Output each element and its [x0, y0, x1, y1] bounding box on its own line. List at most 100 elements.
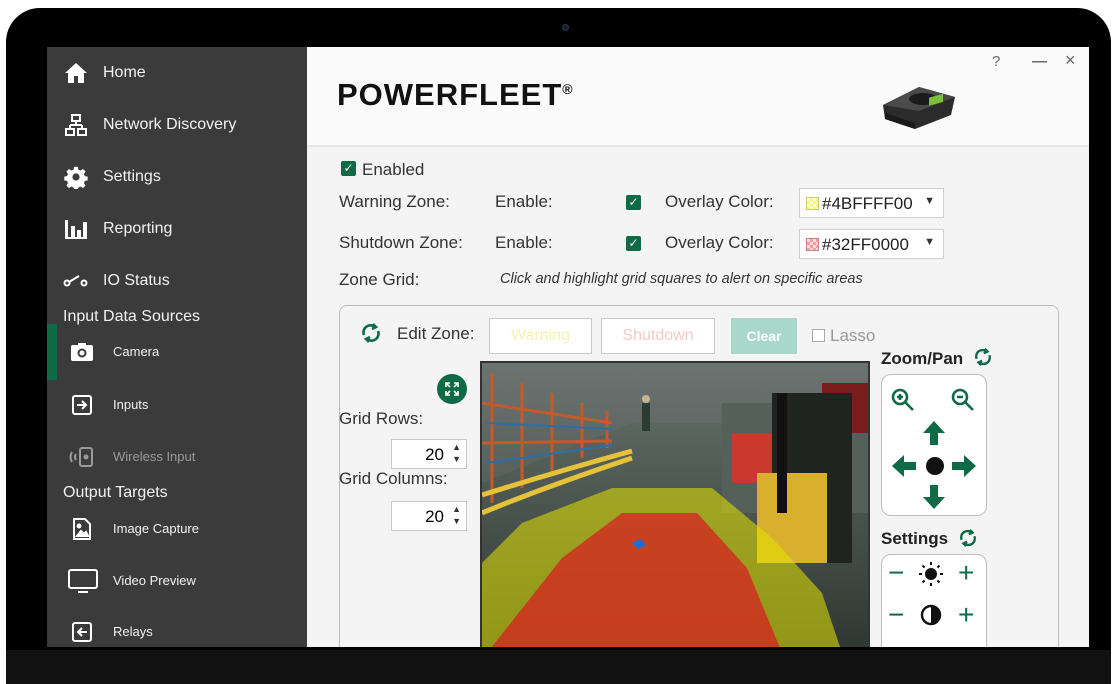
- sidebar-item-io-status[interactable]: IO Status: [47, 259, 307, 303]
- brightness-plus-icon[interactable]: +: [958, 559, 974, 587]
- sidebar-item-relays[interactable]: Relays: [47, 610, 307, 647]
- sidebar-item-network-discovery[interactable]: Network Discovery: [47, 103, 307, 147]
- sidebar-item-reporting[interactable]: Reporting: [47, 207, 307, 251]
- stepper-arrows-icon[interactable]: ▲ ▼: [452, 503, 461, 527]
- logo-text: POWERFLEET: [337, 77, 563, 112]
- sidebar-item-camera[interactable]: Camera: [47, 324, 307, 380]
- grid-columns-stepper[interactable]: 20 ▲ ▼: [391, 501, 467, 531]
- zoom-out-icon[interactable]: [950, 387, 976, 418]
- pan-up-icon[interactable]: [923, 421, 945, 450]
- sidebar-item-image-capture[interactable]: Image Capture: [47, 507, 307, 551]
- clear-button[interactable]: Clear: [731, 318, 797, 354]
- sidebar-item-label: Inputs: [113, 397, 149, 412]
- relay-arrow-icon: [69, 619, 95, 645]
- sidebar: Home Network Discovery Settings Reportin…: [47, 47, 307, 647]
- device-image: [879, 75, 959, 136]
- warning-color-value: #4BFFFF00: [822, 194, 913, 213]
- pan-down-icon[interactable]: [923, 485, 945, 514]
- shutdown-color-value: #32FF0000: [822, 235, 909, 254]
- enabled-checkbox[interactable]: ✓: [341, 161, 356, 176]
- expand-icon: [444, 381, 460, 402]
- sidebar-item-label: Wireless Input: [113, 449, 196, 464]
- fullscreen-button[interactable]: [437, 374, 467, 404]
- sidebar-item-label: Settings: [103, 168, 161, 185]
- pan-center-icon[interactable]: [926, 457, 944, 475]
- pan-left-icon[interactable]: [892, 455, 916, 482]
- shutdown-overlay-label: Overlay Color:: [665, 233, 774, 252]
- sidebar-item-label: Camera: [113, 344, 160, 359]
- close-button[interactable]: ×: [1065, 50, 1076, 71]
- section-output-targets: Output Targets: [63, 484, 168, 501]
- bar-chart-icon: [63, 216, 89, 242]
- grid-rows-value: 20: [425, 445, 444, 464]
- lasso-label: Lasso: [830, 326, 876, 345]
- shutdown-enable-label: Enable:: [495, 233, 553, 252]
- zone-grid-label: Zone Grid:: [339, 270, 420, 289]
- sidebar-item-home[interactable]: Home: [47, 51, 307, 95]
- chevron-down-icon: ▼: [924, 195, 935, 207]
- edit-zone-label: Edit Zone:: [397, 324, 475, 343]
- webcam-dot: [562, 24, 569, 31]
- refresh-icon[interactable]: [973, 347, 993, 372]
- refresh-icon[interactable]: [958, 528, 978, 553]
- sidebar-item-label: Image Capture: [113, 521, 199, 536]
- contrast-plus-icon[interactable]: +: [958, 601, 974, 629]
- shutdown-button[interactable]: Shutdown: [601, 318, 715, 354]
- camera-feed-grid[interactable]: [480, 361, 870, 647]
- refresh-icon[interactable]: [360, 322, 382, 349]
- grid-columns-value: 20: [425, 507, 444, 526]
- warning-color-dropdown[interactable]: #4BFFFF00 ▼: [799, 188, 944, 218]
- grid-rows-label: Grid Rows:: [339, 409, 424, 428]
- camera-icon: [69, 339, 95, 365]
- warning-zone-label: Warning Zone:: [339, 192, 450, 211]
- contrast-icon: [920, 604, 942, 631]
- laptop-bezel-bottom: [6, 650, 1111, 684]
- zoom-pan-controls: [881, 374, 987, 516]
- warning-button[interactable]: Warning: [489, 318, 592, 354]
- camera-settings-label: Settings: [881, 529, 949, 548]
- main-content: POWERFLEET® ? — × ✓ Enabled Warning Zone…: [307, 47, 1089, 647]
- shutdown-enable-checkbox[interactable]: ✓: [626, 236, 641, 251]
- warning-enable-label: Enable:: [495, 192, 553, 211]
- header: POWERFLEET® ? — ×: [307, 47, 1089, 147]
- input-arrow-icon: [69, 392, 95, 418]
- contrast-minus-icon[interactable]: −: [888, 601, 904, 629]
- logo: POWERFLEET®: [337, 77, 574, 113]
- network-icon: [63, 112, 89, 138]
- sidebar-item-inputs[interactable]: Inputs: [47, 383, 307, 427]
- sidebar-item-settings[interactable]: Settings: [47, 155, 307, 199]
- sidebar-item-video-preview[interactable]: Video Preview: [47, 559, 307, 603]
- zoom-pan-label: Zoom/Pan: [881, 349, 964, 368]
- brightness-minus-icon[interactable]: −: [888, 559, 904, 587]
- logo-registered-mark: ®: [562, 81, 574, 97]
- zoom-in-icon[interactable]: [890, 387, 916, 418]
- warning-color-swatch: [806, 197, 819, 210]
- camera-settings-controls: − + − +: [881, 554, 987, 647]
- switch-icon: [63, 268, 89, 294]
- shutdown-color-dropdown[interactable]: #32FF0000 ▼: [799, 229, 944, 259]
- sidebar-item-wireless-input[interactable]: Wireless Input: [47, 435, 307, 479]
- app-window: Home Network Discovery Settings Reportin…: [47, 47, 1089, 647]
- sidebar-item-label: Video Preview: [113, 573, 196, 588]
- stepper-arrows-icon[interactable]: ▲ ▼: [452, 441, 461, 465]
- warning-overlay-label: Overlay Color:: [665, 192, 774, 211]
- sidebar-item-label: Home: [103, 64, 146, 81]
- home-icon: [63, 60, 89, 86]
- brightness-icon: [918, 561, 944, 592]
- chevron-down-icon: ▼: [924, 236, 935, 248]
- shutdown-zone-label: Shutdown Zone:: [339, 233, 463, 252]
- sidebar-item-label: Network Discovery: [103, 116, 237, 133]
- monitor-icon: [67, 568, 99, 594]
- gear-icon: [63, 164, 89, 190]
- grid-rows-stepper[interactable]: 20 ▲ ▼: [391, 439, 467, 469]
- sidebar-item-label: Relays: [113, 624, 153, 639]
- sidebar-item-label: IO Status: [103, 272, 170, 289]
- grid-columns-label: Grid Columns:: [339, 469, 448, 488]
- minimize-button[interactable]: —: [1032, 53, 1047, 70]
- help-button[interactable]: ?: [992, 53, 1000, 70]
- zone-grid-hint: Click and highlight grid squares to aler…: [500, 271, 863, 287]
- lasso-checkbox[interactable]: [812, 329, 825, 342]
- warning-enable-checkbox[interactable]: ✓: [626, 195, 641, 210]
- pan-right-icon[interactable]: [952, 455, 976, 482]
- sidebar-item-label: Reporting: [103, 220, 173, 237]
